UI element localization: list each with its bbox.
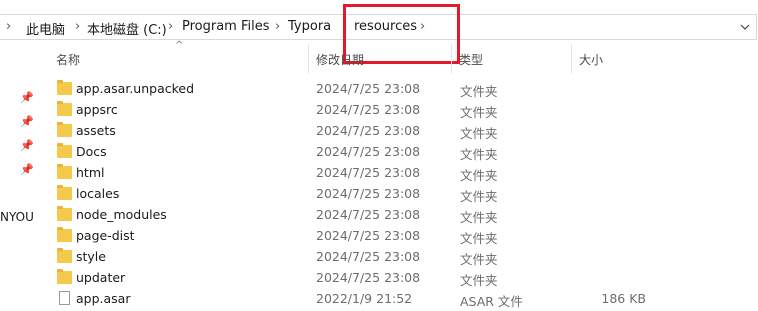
folder-icon xyxy=(57,248,72,263)
file-modified: 2024/7/25 23:08 xyxy=(316,102,421,117)
file-row[interactable]: app.asar.unpacked 2024/7/25 23:08 文件夹 xyxy=(48,79,708,100)
folder-icon xyxy=(57,80,72,95)
address-bar[interactable]: › 此电脑 › 本地磁盘 (C:) › Program Files › Typo… xyxy=(0,14,757,40)
file-modified: 2024/7/25 23:08 xyxy=(316,81,421,96)
folder-icon xyxy=(57,206,72,221)
column-header-name[interactable]: 名称 xyxy=(48,44,308,74)
folder-icon xyxy=(57,269,72,284)
breadcrumb-local-disk[interactable]: 本地磁盘 (C:) xyxy=(87,19,167,38)
chevron-right-icon[interactable]: › xyxy=(168,19,173,34)
file-name: locales xyxy=(76,186,120,201)
file-type: 文件夹 xyxy=(460,84,498,99)
file-row[interactable]: locales 2024/7/25 23:08 文件夹 xyxy=(48,184,708,205)
file-type: 文件夹 xyxy=(460,252,498,267)
file-name: page-dist xyxy=(76,228,135,243)
pin-icon[interactable]: 📌 xyxy=(20,91,34,104)
file-name: app.asar xyxy=(76,291,131,306)
column-header-label: 大小 xyxy=(579,52,604,67)
column-header-type[interactable]: 类型 xyxy=(451,44,571,74)
breadcrumb-resources[interactable]: resources xyxy=(354,19,417,34)
column-header-size[interactable]: 大小 xyxy=(571,44,661,74)
file-row[interactable]: appsrc 2024/7/25 23:08 文件夹 xyxy=(48,100,708,121)
file-row[interactable]: html 2024/7/25 23:08 文件夹 xyxy=(48,163,708,184)
chevron-right-icon[interactable]: › xyxy=(75,19,80,34)
file-row[interactable]: page-dist 2024/7/25 23:08 文件夹 xyxy=(48,226,708,247)
file-type: ASAR 文件 xyxy=(460,294,523,309)
chevron-right-icon: › xyxy=(6,19,12,34)
chevron-right-icon[interactable]: › xyxy=(275,19,280,34)
file-name: style xyxy=(76,249,106,264)
folder-icon xyxy=(57,227,72,242)
pin-icon[interactable]: 📌 xyxy=(20,115,34,128)
file-name: updater xyxy=(76,270,126,285)
nav-item[interactable]: NYOU xyxy=(0,210,34,224)
file-modified: 2024/7/25 23:08 xyxy=(316,144,421,159)
file-name: Docs xyxy=(76,144,107,159)
file-modified: 2024/7/25 23:08 xyxy=(316,270,421,285)
file-row[interactable]: style 2024/7/25 23:08 文件夹 xyxy=(48,247,708,268)
folder-icon xyxy=(57,185,72,200)
file-modified: 2022/1/9 21:52 xyxy=(316,291,413,306)
file-modified: 2024/7/25 23:08 xyxy=(316,165,421,180)
column-header-label: 修改日期 xyxy=(316,52,365,67)
file-modified: 2024/7/25 23:08 xyxy=(316,186,421,201)
file-row[interactable]: updater 2024/7/25 23:08 文件夹 xyxy=(48,268,708,289)
file-modified: 2024/7/25 23:08 xyxy=(316,228,421,243)
folder-icon xyxy=(57,164,72,179)
file-name: assets xyxy=(76,123,116,138)
file-name: appsrc xyxy=(76,102,118,117)
folder-icon xyxy=(57,143,72,158)
chevron-down-icon[interactable] xyxy=(737,20,752,34)
folder-icon xyxy=(57,122,72,137)
folder-icon xyxy=(57,101,72,116)
file-name: node_modules xyxy=(76,207,167,222)
breadcrumb-this-pc[interactable]: 此电脑 xyxy=(26,19,65,38)
column-header-modified[interactable]: 修改日期 xyxy=(308,44,451,74)
column-header-label: 名称 xyxy=(56,52,81,67)
pin-icon[interactable]: 📌 xyxy=(20,163,34,176)
file-modified: 2024/7/25 23:08 xyxy=(316,207,421,222)
file-type: 文件夹 xyxy=(460,168,498,183)
file-type: 文件夹 xyxy=(460,189,498,204)
file-name: app.asar.unpacked xyxy=(76,81,195,96)
file-row[interactable]: Docs 2024/7/25 23:08 文件夹 xyxy=(48,142,708,163)
breadcrumb-program-files[interactable]: Program Files xyxy=(182,19,270,34)
file-type: 文件夹 xyxy=(460,147,498,162)
file-row[interactable]: node_modules 2024/7/25 23:08 文件夹 xyxy=(48,205,708,226)
file-modified: 2024/7/25 23:08 xyxy=(316,249,421,264)
file-type: 文件夹 xyxy=(460,273,498,288)
file-size: 186 KB xyxy=(601,291,646,306)
file-modified: 2024/7/25 23:08 xyxy=(316,123,421,138)
file-icon xyxy=(59,291,70,305)
chevron-right-icon[interactable]: › xyxy=(342,19,347,34)
file-type: 文件夹 xyxy=(460,126,498,141)
file-name: html xyxy=(76,165,105,180)
column-header-label: 类型 xyxy=(459,52,484,67)
file-type: 文件夹 xyxy=(460,210,498,225)
file-row[interactable]: assets 2024/7/25 23:08 文件夹 xyxy=(48,121,708,142)
breadcrumb-typora[interactable]: Typora xyxy=(288,19,331,34)
file-type: 文件夹 xyxy=(460,105,498,120)
chevron-right-icon[interactable]: › xyxy=(420,19,425,34)
file-type: 文件夹 xyxy=(460,231,498,246)
pin-icon[interactable]: 📌 xyxy=(20,139,34,152)
file-row[interactable]: app.asar 2022/1/9 21:52 ASAR 文件 186 KB xyxy=(48,289,708,310)
